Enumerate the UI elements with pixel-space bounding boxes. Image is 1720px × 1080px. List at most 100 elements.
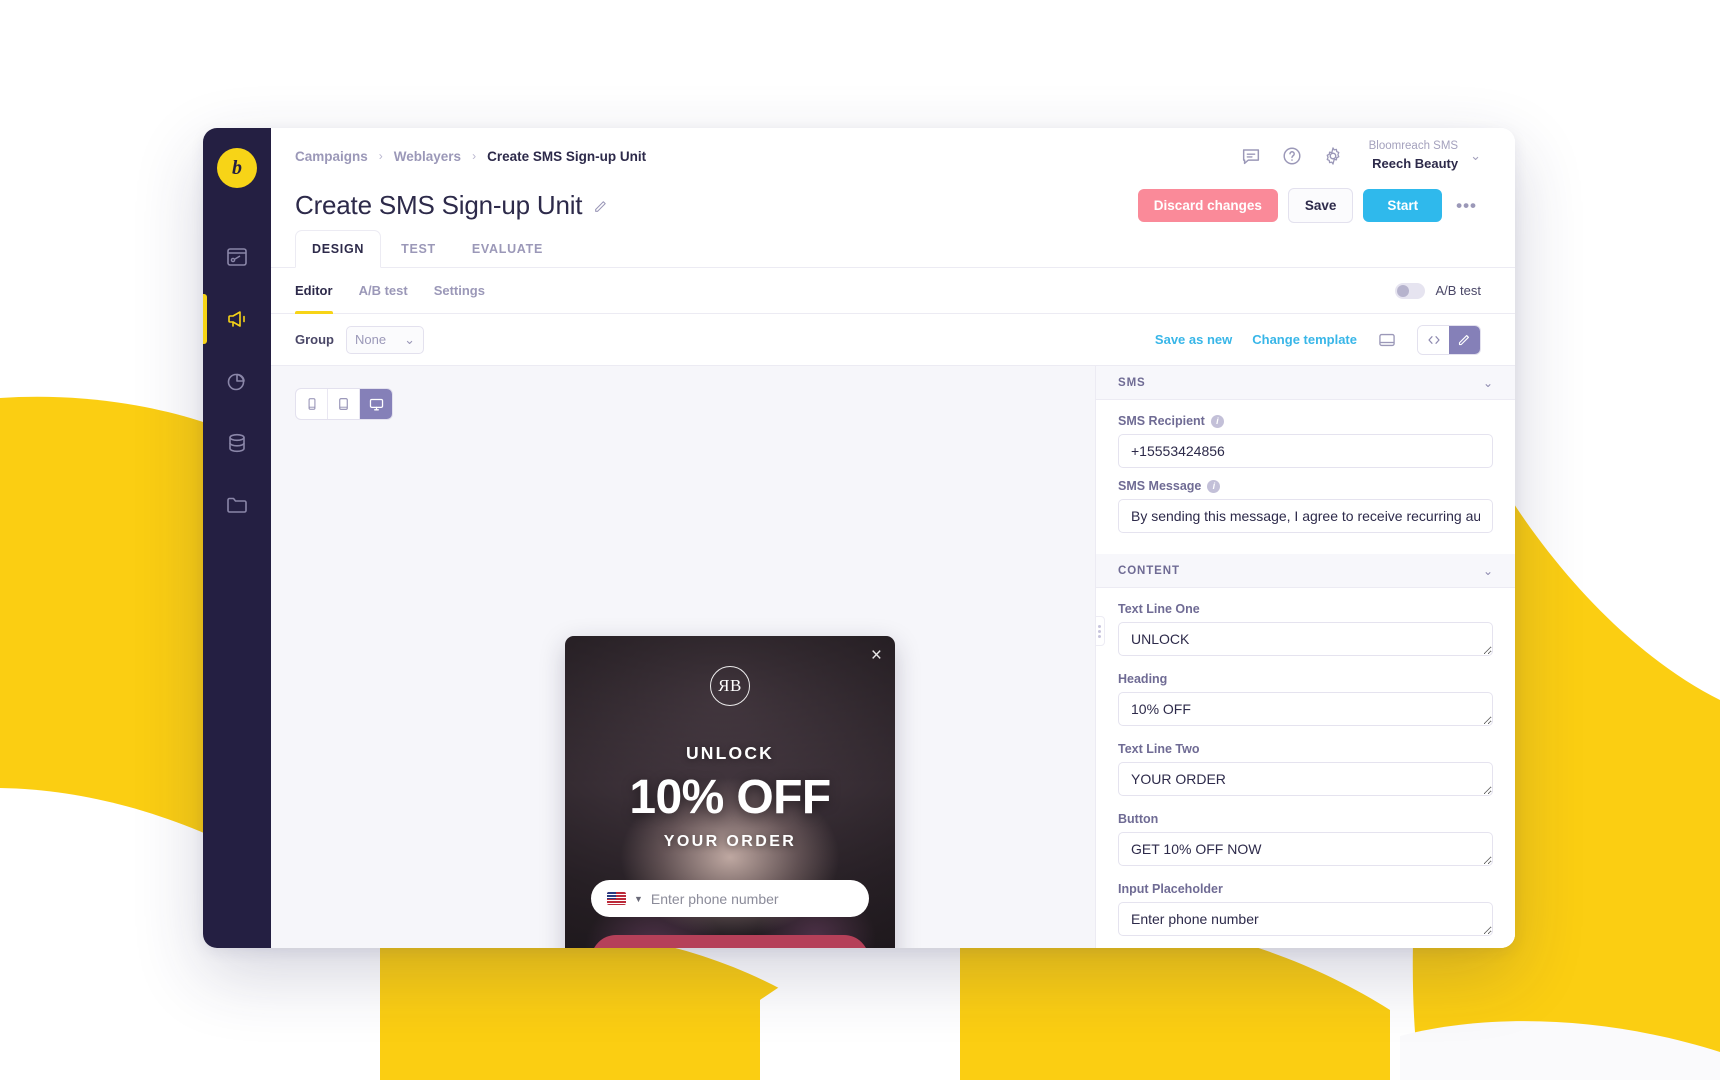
topbar: Campaigns › Weblayers › Create SMS Sign-… [271,128,1515,184]
panel-resize-handle[interactable] [1096,616,1105,646]
label-sms-message: SMS Message i [1118,479,1493,493]
close-icon[interactable]: × [871,646,882,665]
page-title: Create SMS Sign-up Unit [295,190,583,220]
sms-recipient-input[interactable] [1118,434,1493,468]
section-title-sms: SMS [1118,376,1146,389]
folder-icon [227,497,247,513]
section-header-content[interactable]: CONTENT ⌄ [1096,554,1515,588]
account-project: Bloomreach SMS [1368,140,1459,153]
left-nav-rail: b [203,128,271,948]
help-icon[interactable] [1281,145,1303,167]
group-label: Group [295,332,334,347]
device-switch [295,388,393,420]
popup-heading: 10% OFF [629,771,831,824]
breadcrumb-separator: › [378,149,383,163]
section-body-content: Text Line One Heading Text Line Two Butt… [1096,588,1515,948]
popup-phone-input[interactable]: ▼ Enter phone number [591,880,869,917]
label-input-placeholder: Input Placeholder [1118,882,1493,896]
pencil-icon[interactable] [593,198,609,214]
subtab-editor[interactable]: Editor [295,268,333,314]
tab-test[interactable]: TEST [385,231,452,267]
info-icon[interactable]: i [1210,414,1224,428]
chevron-down-icon[interactable]: ▼ [634,894,643,904]
tab-evaluate[interactable]: EVALUATE [456,231,559,267]
popup-submit-button[interactable]: GET 10% OFF NOW [591,935,869,948]
tab-design[interactable]: DESIGN [295,230,382,268]
account-switcher[interactable]: Bloomreach SMS Reech Beauty ⌄ [1369,139,1481,172]
label-button: Button [1118,812,1493,826]
code-icon [1427,335,1440,344]
popup-text-line-one: UNLOCK [685,743,775,763]
heading-textarea[interactable] [1118,692,1493,726]
sms-message-input[interactable] [1118,499,1493,533]
label-heading: Heading [1118,672,1493,686]
label-text: SMS Recipient [1118,414,1205,428]
visual-edit-button[interactable] [1449,325,1480,354]
subtab-settings[interactable]: Settings [434,268,485,314]
device-mobile-button[interactable] [296,389,328,419]
device-tablet-button[interactable] [328,389,360,419]
label-sms-recipient: SMS Recipient i [1118,414,1493,428]
info-icon[interactable]: i [1207,479,1221,493]
change-template-link[interactable]: Change template [1252,332,1357,347]
preview-canvas: × ЯB UNLOCK 10% OFF YOUR ORDER ▼ Enter p… [271,366,1095,948]
button-textarea[interactable] [1118,832,1493,866]
account-name: Reech Beauty [1372,155,1459,171]
gear-icon[interactable] [1322,145,1344,167]
grip-icon [1096,624,1101,638]
label-text: Input Placeholder [1118,882,1223,896]
save-as-new-link[interactable]: Save as new [1155,332,1232,347]
breadcrumb-weblayers[interactable]: Weblayers [394,149,461,164]
start-button[interactable]: Start [1363,189,1443,222]
sidebar-item-assets[interactable] [203,474,271,536]
comment-icon[interactable] [1240,145,1262,167]
bloomreach-logo[interactable]: b [217,148,257,188]
breadcrumb: Campaigns › Weblayers › Create SMS Sign-… [295,149,646,164]
database-icon [229,433,245,453]
discard-changes-button[interactable]: Discard changes [1137,189,1278,222]
sidebar-item-campaigns[interactable] [203,288,271,350]
pie-chart-icon [227,373,245,391]
label-text: Text Line One [1118,602,1200,616]
sidebar-item-scenarios[interactable] [203,226,271,288]
group-select-value: None [355,332,387,347]
breadcrumb-current: Create SMS Sign-up Unit [487,148,647,164]
workarea: × ЯB UNLOCK 10% OFF YOUR ORDER ▼ Enter p… [271,366,1515,948]
group-select[interactable]: None ⌄ [346,325,424,354]
scenario-icon [227,248,247,266]
ab-test-toggle-group: A/B test [1395,282,1481,299]
text-line-two-textarea[interactable] [1118,762,1493,796]
us-flag-icon [607,892,626,905]
breadcrumb-campaigns[interactable]: Campaigns [295,149,368,164]
ab-test-toggle-label: A/B test [1435,283,1481,298]
more-options-button[interactable]: ••• [1452,196,1481,216]
popup-phone-placeholder: Enter phone number [650,890,779,907]
code-view-button[interactable] [1418,325,1449,354]
header-actions: Discard changes Save Start ••• [1137,188,1481,223]
weblayer-popup-preview[interactable]: × ЯB UNLOCK 10% OFF YOUR ORDER ▼ Enter p… [565,636,895,948]
label-text-line-one: Text Line One [1118,602,1493,616]
input-placeholder-textarea[interactable] [1118,902,1493,936]
layout-icon[interactable] [1377,330,1397,350]
chevron-down-icon: ⌄ [1482,375,1493,390]
megaphone-icon [228,311,245,327]
editor-mode-switch [1417,324,1481,355]
primary-tabs: DESIGN TEST EVALUATE [271,223,1515,268]
breadcrumb-separator: › [472,149,477,163]
chevron-down-icon: ⌄ [1470,148,1481,163]
popup-text-line-two: YOUR ORDER [663,833,797,850]
section-header-sms[interactable]: SMS ⌄ [1096,366,1515,400]
section-body-sms: SMS Recipient i SMS Message i [1096,400,1515,554]
label-text: Heading [1118,672,1168,686]
ab-test-toggle[interactable] [1395,282,1426,299]
device-desktop-button[interactable] [360,389,392,419]
toolbar-right: Save as new Change template [1155,324,1481,355]
desktop-icon [369,398,383,410]
sidebar-item-analytics[interactable] [203,350,271,412]
sidebar-item-data-manager[interactable] [203,412,271,474]
text-line-one-textarea[interactable] [1118,622,1493,656]
save-button[interactable]: Save [1287,188,1354,223]
section-title-content: CONTENT [1118,564,1180,577]
phone-icon [308,398,315,410]
subtab-ab-test[interactable]: A/B test [359,268,408,314]
